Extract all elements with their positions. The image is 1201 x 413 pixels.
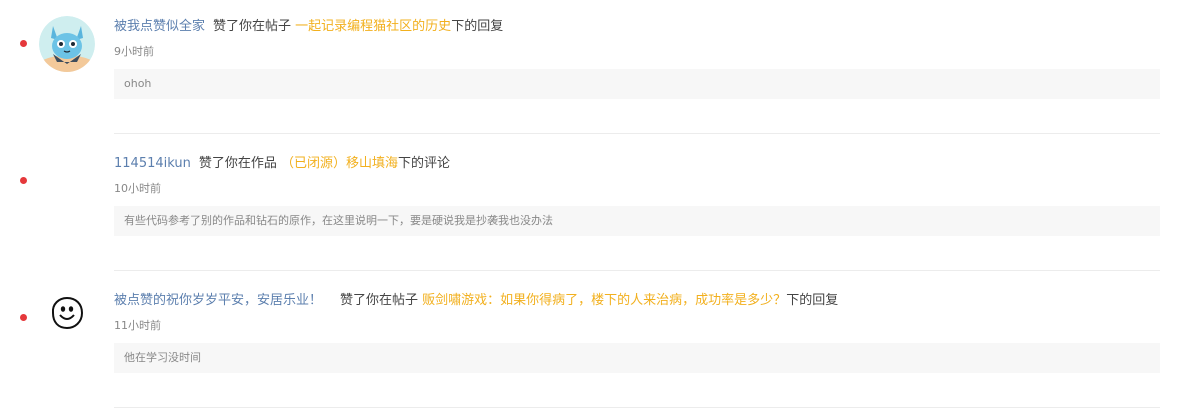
action-text: 赞了你在帖子	[340, 293, 419, 308]
username-link[interactable]: 114514ikun	[114, 156, 191, 171]
timestamp: 9小时前	[114, 45, 154, 58]
notification-headline: 被我点赞似全家 赞了你在帖子 一起记录编程猫社区的历史下的回复	[114, 18, 503, 36]
username-link[interactable]: 被点赞的祝你岁岁平安，安居乐业！	[114, 293, 322, 308]
comment-content: 有些代码参考了别的作品和钻石的原作，在这里说明一下，要是硬说我是抄袭我也没办法	[114, 206, 1160, 236]
suffix-text: 下的回复	[451, 19, 504, 34]
target-post-link[interactable]: 贩剑嘯游戏：如果你得病了，楼下的人来治病，成功率是多少？	[422, 293, 786, 308]
notification-item[interactable]: 114514ikun 赞了你在作品 （已闭源）移山填海下的评论 10小时前 有些代…	[0, 137, 1201, 274]
suffix-text: 下的评论	[398, 156, 451, 171]
suffix-text: 下的回复	[786, 293, 839, 308]
timestamp: 10小时前	[114, 182, 161, 195]
divider	[114, 133, 1160, 134]
target-post-link[interactable]: 一起记录编程猫社区的历史	[295, 19, 451, 34]
notification-item[interactable]: 被我点赞似全家 赞了你在帖子 一起记录编程猫社区的历史下的回复 9小时前 ohoh	[0, 0, 1201, 137]
notification-headline: 被点赞的祝你岁岁平安，安居乐业！ 赞了你在帖子 贩剑嘯游戏：如果你得病了，楼下的人…	[114, 292, 838, 310]
notification-item[interactable]: 被点赞的祝你岁岁平安，安居乐业！ 赞了你在帖子 贩剑嘯游戏：如果你得病了，楼下的人…	[0, 274, 1201, 411]
unread-dot	[20, 177, 27, 184]
divider	[114, 270, 1160, 271]
notification-headline: 114514ikun 赞了你在作品 （已闭源）移山填海下的评论	[114, 155, 450, 173]
avatar[interactable]	[47, 293, 87, 333]
timestamp: 11小时前	[114, 319, 161, 332]
reply-content: ohoh	[114, 69, 1160, 99]
smiley-face-doodle-avatar-icon	[51, 296, 84, 330]
avatar[interactable]	[39, 16, 95, 72]
blue-cat-mascot-avatar-icon	[39, 16, 95, 72]
username-link[interactable]: 被我点赞似全家	[114, 19, 205, 34]
action-text: 赞了你在作品	[198, 156, 277, 171]
divider	[114, 407, 1160, 408]
reply-content: 他在学习没时间	[114, 343, 1160, 373]
unread-dot	[20, 314, 27, 321]
action-text: 赞了你在帖子	[213, 19, 292, 34]
unread-dot	[20, 40, 27, 47]
target-work-link[interactable]: （已闭源）移山填海	[281, 156, 398, 171]
